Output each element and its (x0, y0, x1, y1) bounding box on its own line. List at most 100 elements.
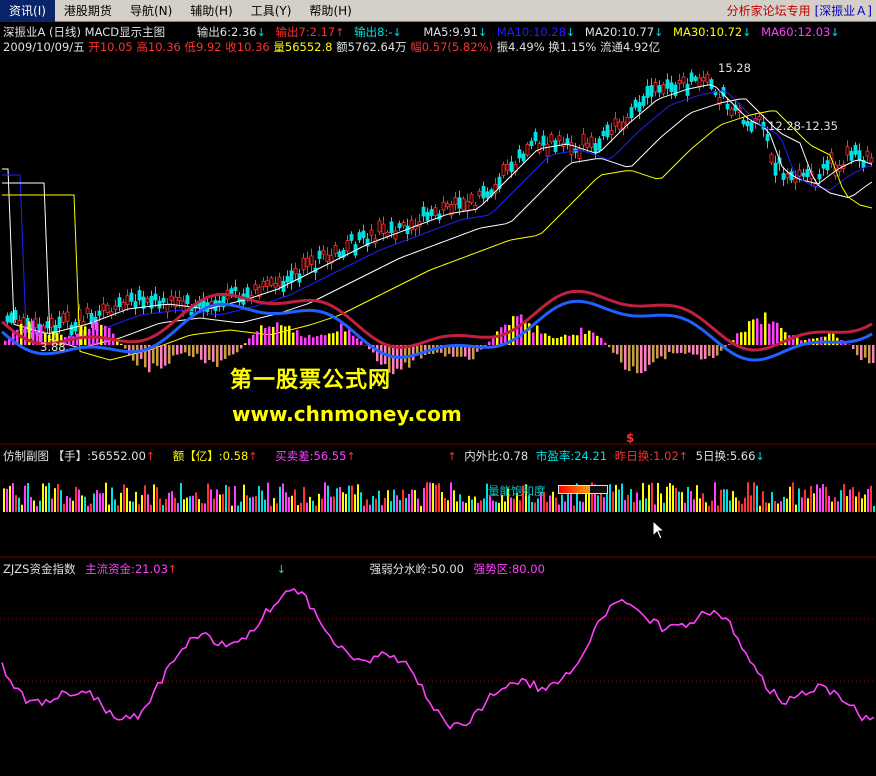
macd-bar (744, 331, 747, 345)
volume-bar (276, 503, 278, 512)
volume-bar (465, 502, 467, 512)
menu-help[interactable]: 帮助(H) (300, 0, 360, 22)
candle-body (113, 305, 118, 310)
volume-bar (180, 482, 182, 512)
volume-bar (741, 503, 743, 512)
volume-bar (72, 500, 74, 512)
volume-bar (573, 505, 575, 512)
macd-bar (224, 345, 227, 360)
menu-tools[interactable]: 工具(Y) (242, 0, 301, 22)
volume-bar (204, 503, 206, 512)
menu-assist[interactable]: 辅助(H) (181, 0, 241, 22)
candle-body (429, 209, 434, 216)
volume-bar (225, 484, 227, 512)
volume-bar (45, 486, 47, 512)
candle-body (517, 149, 522, 159)
volume-bar (822, 484, 824, 512)
candle-body (461, 198, 466, 211)
volume-bar (159, 498, 161, 512)
menu-hk-futures[interactable]: 港股期货 (55, 0, 121, 22)
volume-bar (168, 492, 170, 512)
candle-body (769, 154, 774, 163)
volume-bar (327, 485, 329, 512)
volume-bar (450, 482, 452, 512)
sub2-main-fund: 主流资金:21.03 (85, 562, 168, 576)
volume-bar (396, 495, 398, 512)
volume-bar (402, 489, 404, 512)
volume-bar (57, 483, 59, 512)
volume-bar (852, 487, 854, 512)
volume-bar (261, 490, 263, 512)
volume-bar (438, 483, 440, 512)
up-arrow-icon: ↑ (346, 450, 356, 463)
volume-bar (267, 482, 269, 512)
quote-float: 流通4.92亿 (600, 40, 661, 54)
macd-bar (628, 345, 631, 372)
candle-body (117, 297, 122, 307)
stock-chart-canvas[interactable] (0, 0, 876, 776)
quote-amplitude: 振4.49% (496, 40, 545, 54)
sub2-header: ZJZS资金指数 主流资金:21.03↑ ↓ 强弱分水岭:50.00 强势区:8… (3, 561, 545, 577)
candle-body (253, 284, 258, 291)
candle-body (689, 72, 694, 82)
volume-bar (684, 502, 686, 512)
macd-bar (548, 335, 551, 345)
volume-bar (357, 484, 359, 512)
volume-bar (792, 482, 794, 512)
volume-bar (711, 500, 713, 512)
volume-bar (660, 493, 662, 512)
menu-navigate[interactable]: 导航(N) (121, 0, 181, 22)
macd-bar (360, 341, 363, 345)
volume-bar (87, 505, 89, 512)
volume-bar (867, 488, 869, 512)
volume-bar (153, 484, 155, 512)
menubar-right-info: 分析家论坛专用 [深振业Ａ] (727, 0, 872, 22)
macd-bar (608, 345, 611, 348)
candle-body (693, 76, 698, 81)
candle-body (261, 280, 266, 288)
volume-bar (420, 505, 422, 512)
volume-bar (816, 484, 818, 512)
up-arrow-icon: ↑ (145, 450, 156, 463)
candle-body (613, 118, 618, 127)
volume-bar (63, 503, 65, 512)
volume-bar (687, 486, 689, 512)
macd-bar (716, 345, 719, 356)
volume-bar (744, 497, 746, 512)
macd-bar (516, 316, 519, 345)
watermark-url: www.chnmoney.com (232, 402, 462, 426)
volume-bar (222, 494, 224, 512)
volume-bar (645, 498, 647, 512)
volume-bar (60, 490, 62, 512)
macd-bar (160, 345, 163, 369)
volume-bar (30, 497, 32, 512)
volume-bar (171, 491, 173, 512)
candle-body (485, 191, 490, 198)
macd-bar (692, 345, 695, 355)
volume-bar (126, 487, 128, 512)
volume-bar (297, 505, 299, 512)
menu-news[interactable]: 资讯(I) (0, 0, 55, 22)
volume-bar (672, 485, 674, 512)
macd-bar (188, 345, 191, 356)
candle-body (177, 297, 182, 302)
macd-bar (612, 345, 615, 353)
macd-bar (316, 336, 319, 345)
macd-bar (304, 337, 307, 345)
volume-bar (555, 497, 557, 512)
candle-body (701, 76, 706, 82)
candle-body (725, 103, 730, 110)
quote-high: 高10.36 (136, 40, 181, 54)
volume-bar (801, 497, 803, 512)
sub2-divide: 强弱分水岭:50.00 (369, 562, 464, 576)
dollar-marker: $ (626, 431, 635, 445)
volume-bar (510, 497, 512, 512)
volume-bar (210, 489, 212, 512)
candle-body (697, 77, 702, 88)
macd-bar (320, 334, 323, 345)
candle-body (521, 153, 526, 162)
volume-bar (726, 489, 728, 512)
candle-body (165, 304, 170, 313)
candle-body (333, 244, 338, 254)
volume-bar (570, 492, 572, 512)
